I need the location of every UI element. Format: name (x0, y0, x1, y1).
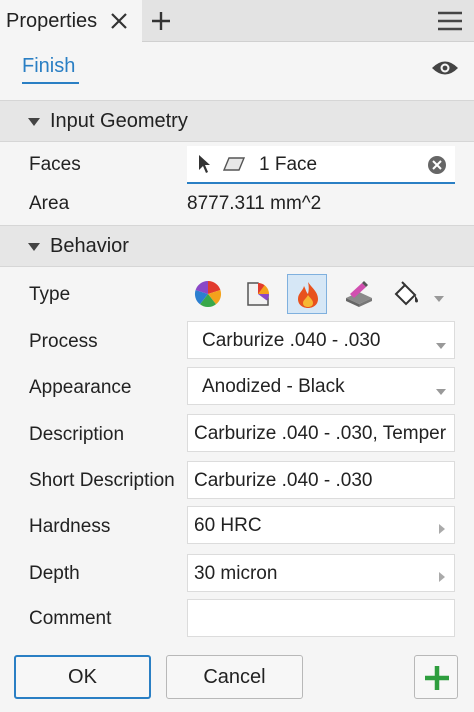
section-title: Behavior (50, 235, 129, 257)
add-button[interactable] (414, 655, 458, 699)
short-description-value: Carburize .040 - .030 (194, 470, 373, 491)
hardness-field[interactable]: 60 HRC (187, 506, 455, 544)
process-dropdown[interactable]: Carburize .040 - .030 (187, 321, 455, 359)
tab-properties[interactable]: Properties (0, 0, 142, 42)
chevron-down-icon (436, 383, 446, 395)
ok-button[interactable]: OK (14, 655, 151, 699)
section-title: Input Geometry (50, 110, 188, 132)
short-description-label: Short Description (29, 470, 175, 491)
description-label: Description (29, 424, 125, 445)
depth-value: 30 micron (194, 563, 278, 584)
chevron-right-icon[interactable] (438, 569, 446, 582)
chevron-right-icon[interactable] (438, 521, 446, 534)
section-input-geometry[interactable]: Input Geometry (0, 100, 474, 142)
faces-selector[interactable]: 1 Face (187, 146, 455, 184)
appearance-value: Anodized - Black (202, 376, 345, 397)
close-icon[interactable] (106, 8, 132, 34)
section-behavior[interactable]: Behavior (0, 225, 474, 267)
description-field[interactable]: Carburize .040 - .030, Temper (187, 414, 455, 452)
cancel-button[interactable]: Cancel (166, 655, 303, 699)
faces-label: Faces (29, 154, 81, 175)
select-cursor-icon (197, 154, 213, 174)
faces-value: 1 Face (259, 154, 318, 175)
hamburger-menu-icon[interactable] (436, 10, 464, 32)
chevron-down-icon (436, 337, 446, 349)
paint-bucket-icon[interactable] (386, 274, 426, 314)
tab-bar: Properties (0, 0, 474, 42)
type-label: Type (29, 284, 71, 305)
collapse-triangle-icon[interactable] (26, 114, 42, 130)
process-label: Process (29, 331, 98, 352)
heat-treatment-icon[interactable] (287, 274, 327, 314)
comment-label: Comment (29, 608, 112, 629)
hardness-value: 60 HRC (194, 515, 262, 536)
short-description-field[interactable]: Carburize .040 - .030 (187, 461, 455, 499)
appearance-icon[interactable] (238, 274, 278, 314)
depth-field[interactable]: 30 micron (187, 554, 455, 592)
green-plus-icon (425, 666, 449, 690)
appearance-dropdown[interactable]: Anodized - Black (187, 367, 455, 405)
depth-label: Depth (29, 563, 80, 584)
collapse-triangle-icon[interactable] (26, 239, 42, 255)
plus-icon[interactable] (148, 8, 174, 34)
surface-finish-icon[interactable] (338, 274, 378, 314)
hardness-label: Hardness (29, 516, 111, 537)
area-value: 8777.311 mm^2 (187, 193, 322, 214)
appearance-label: Appearance (29, 377, 132, 398)
face-icon (222, 156, 246, 172)
eye-icon[interactable] (430, 58, 460, 78)
finish-link[interactable]: Finish (22, 55, 80, 84)
clear-icon[interactable] (427, 155, 447, 175)
comment-field[interactable] (187, 599, 455, 637)
tab-title: Properties (6, 10, 98, 32)
area-label: Area (29, 193, 70, 214)
color-wheel-icon[interactable] (188, 274, 228, 314)
description-value: Carburize .040 - .030, Temper (194, 423, 447, 444)
chevron-down-icon[interactable] (434, 290, 444, 302)
process-value: Carburize .040 - .030 (202, 330, 381, 351)
